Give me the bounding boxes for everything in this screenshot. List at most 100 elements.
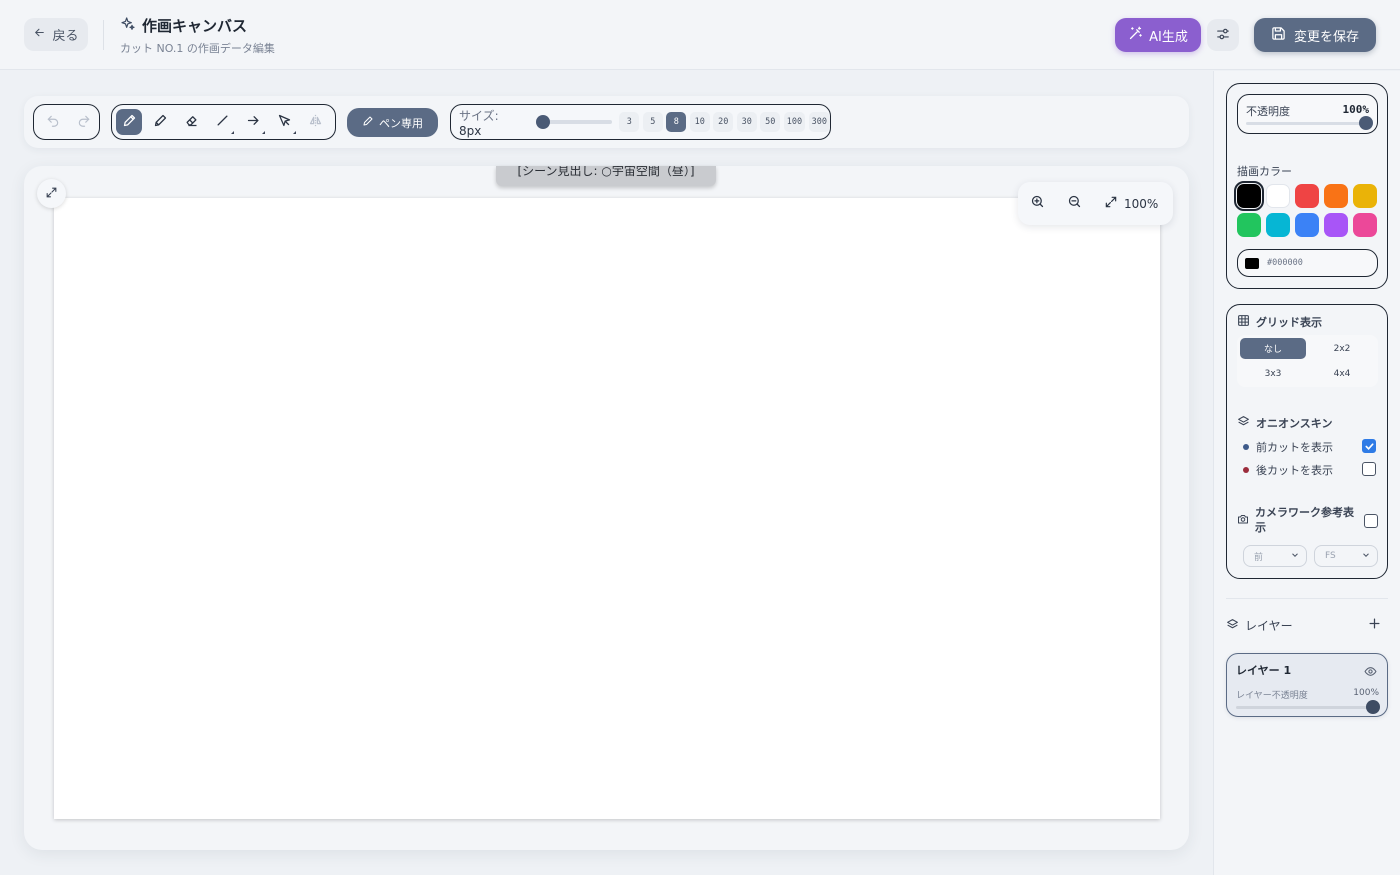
zoom-reset-button[interactable]: 100% bbox=[1104, 195, 1158, 212]
color-swatch[interactable] bbox=[1324, 184, 1348, 208]
tool-group bbox=[111, 104, 336, 140]
line-tool-button[interactable] bbox=[209, 109, 235, 135]
app-header: 戻る 作画キャンバス カット NO.1 の作画データ編集 AI生成 変更を保存 bbox=[0, 0, 1400, 70]
color-swatch[interactable] bbox=[1353, 213, 1377, 237]
pen-icon bbox=[362, 115, 374, 130]
pencil-icon bbox=[153, 113, 168, 132]
grid-option-2x2[interactable]: 2x2 bbox=[1309, 338, 1375, 359]
layer-opacity-knob[interactable] bbox=[1366, 700, 1380, 714]
zoom-in-button[interactable] bbox=[1030, 194, 1045, 213]
onion-heading: オニオンスキン bbox=[1237, 415, 1332, 431]
color-swatch[interactable] bbox=[1295, 213, 1319, 237]
check-icon bbox=[1364, 437, 1375, 456]
redo-button[interactable] bbox=[71, 109, 97, 135]
fullscreen-button[interactable] bbox=[37, 179, 66, 208]
pen-only-label: ペン専用 bbox=[379, 116, 423, 130]
opacity-slider[interactable] bbox=[1246, 116, 1373, 130]
undo-icon bbox=[46, 113, 60, 132]
camera-shot-value: FS bbox=[1325, 551, 1336, 561]
layer-item[interactable]: レイヤー 1 レイヤー不透明度 100% bbox=[1226, 653, 1388, 717]
size-preset-50[interactable]: 50 bbox=[760, 112, 781, 132]
grid-heading: グリッド表示 bbox=[1237, 314, 1322, 330]
color-swatch[interactable] bbox=[1324, 213, 1348, 237]
visibility-toggle[interactable] bbox=[1364, 663, 1377, 682]
prev-color-dot bbox=[1243, 444, 1249, 450]
size-preset-30[interactable]: 30 bbox=[736, 112, 757, 132]
color-swatch[interactable] bbox=[1295, 184, 1319, 208]
layer-opacity-value: 100% bbox=[1353, 688, 1379, 698]
pencil-tool-button[interactable] bbox=[147, 109, 173, 135]
size-preset-100[interactable]: 100 bbox=[783, 112, 806, 132]
history-group bbox=[33, 104, 100, 140]
sliders-icon bbox=[1216, 26, 1230, 45]
redo-icon bbox=[77, 113, 91, 132]
mirror-tool-button[interactable] bbox=[302, 109, 328, 135]
plus-icon bbox=[1367, 616, 1382, 635]
expand-icon bbox=[45, 184, 58, 203]
back-label: 戻る bbox=[52, 29, 79, 44]
opacity-label: 不透明度 bbox=[1246, 105, 1290, 118]
zoom-in-icon bbox=[1030, 194, 1045, 213]
select-tool-button[interactable] bbox=[271, 109, 297, 135]
drawing-canvas[interactable] bbox=[54, 198, 1160, 819]
chevron-down-icon bbox=[1361, 550, 1371, 563]
size-slider[interactable] bbox=[535, 115, 612, 129]
layers-icon bbox=[1226, 618, 1239, 634]
color-swatch[interactable] bbox=[1266, 213, 1290, 237]
arrow-tool-button[interactable] bbox=[240, 109, 266, 135]
camera-heading: カメラワーク参考表示 bbox=[1237, 505, 1355, 535]
size-preset-3[interactable]: 3 bbox=[619, 112, 640, 132]
select-icon bbox=[277, 113, 292, 132]
zoom-out-button[interactable] bbox=[1067, 194, 1082, 213]
onion-next-label: 後カットを表示 bbox=[1256, 464, 1333, 477]
opacity-value: 100% bbox=[1342, 103, 1370, 116]
hex-color-input[interactable]: #000000 bbox=[1237, 249, 1378, 277]
onion-next-checkbox[interactable] bbox=[1362, 462, 1376, 476]
submenu-indicator bbox=[293, 131, 296, 134]
pen-tool-button[interactable] bbox=[116, 109, 142, 135]
eye-icon bbox=[1364, 663, 1377, 682]
save-changes-label: 変更を保存 bbox=[1293, 29, 1359, 45]
onion-prev-checkbox[interactable] bbox=[1362, 439, 1376, 453]
brush-size-group: サイズ: 8px 3 5 8 10 20 30 50 100 300 bbox=[450, 104, 831, 140]
pen-only-button[interactable]: ペン専用 bbox=[347, 108, 438, 137]
camera-position-select[interactable]: 前 bbox=[1243, 545, 1307, 567]
add-layer-button[interactable] bbox=[1367, 616, 1382, 635]
page-title: 作画キャンバス bbox=[142, 17, 248, 35]
size-preset-8[interactable]: 8 bbox=[666, 112, 687, 132]
color-swatch[interactable] bbox=[1266, 184, 1290, 208]
layer-opacity-slider[interactable] bbox=[1236, 700, 1380, 714]
size-value: 8px bbox=[459, 123, 482, 138]
opacity-slider-knob[interactable] bbox=[1359, 116, 1373, 130]
size-preset-5[interactable]: 5 bbox=[642, 112, 663, 132]
grid-option-3x3[interactable]: 3x3 bbox=[1240, 363, 1306, 384]
color-swatch[interactable] bbox=[1234, 181, 1264, 211]
header-divider bbox=[103, 20, 104, 50]
camera-label: カメラワーク参考表示 bbox=[1255, 506, 1354, 534]
page-subtitle: カット NO.1 の作画データ編集 bbox=[120, 42, 275, 55]
color-swatch[interactable] bbox=[1237, 213, 1261, 237]
grid-option-none[interactable]: なし bbox=[1240, 338, 1306, 359]
settings-button[interactable] bbox=[1207, 19, 1239, 51]
size-preset-20[interactable]: 20 bbox=[713, 112, 734, 132]
current-color-preview bbox=[1245, 257, 1259, 269]
eraser-tool-button[interactable] bbox=[178, 109, 204, 135]
camera-checkbox[interactable] bbox=[1364, 514, 1378, 528]
layers-heading: レイヤー bbox=[1226, 617, 1293, 634]
ai-generate-label: AI生成 bbox=[1149, 29, 1188, 45]
layers-icon bbox=[1237, 415, 1250, 431]
fit-icon bbox=[1104, 195, 1118, 212]
color-swatch[interactable] bbox=[1353, 184, 1377, 208]
size-preset-300[interactable]: 300 bbox=[808, 112, 830, 132]
ai-generate-button[interactable]: AI生成 bbox=[1115, 18, 1201, 52]
grid-option-4x4[interactable]: 4x4 bbox=[1309, 363, 1375, 384]
save-changes-button[interactable]: 変更を保存 bbox=[1254, 18, 1376, 52]
size-slider-knob[interactable] bbox=[535, 115, 550, 129]
next-color-dot bbox=[1243, 467, 1249, 473]
grid-icon bbox=[1237, 314, 1250, 330]
onion-label: オニオンスキン bbox=[1256, 417, 1333, 430]
camera-shot-select[interactable]: FS bbox=[1314, 545, 1378, 567]
size-preset-10[interactable]: 10 bbox=[689, 112, 710, 132]
undo-button[interactable] bbox=[40, 109, 66, 135]
back-button[interactable]: 戻る bbox=[24, 18, 88, 51]
